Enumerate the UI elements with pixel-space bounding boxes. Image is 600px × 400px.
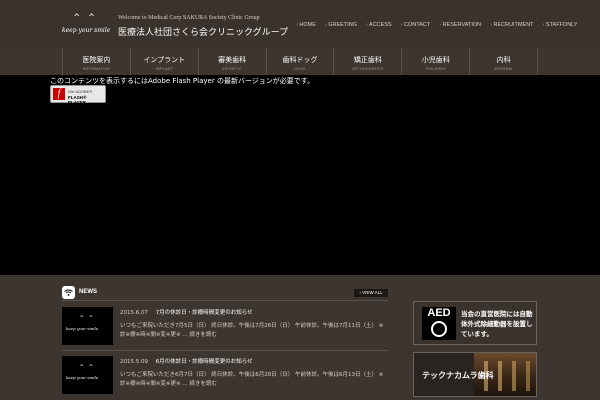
nav-item-dock[interactable]: 歯科ドッグ DOCK — [265, 48, 334, 75]
nav-label: インプラント — [143, 56, 186, 64]
top-link-access[interactable]: ACCESS — [366, 22, 392, 28]
nav-item-information[interactable]: 医院案内 INFORMATION — [62, 48, 130, 75]
nav-sublabel: DOCK — [294, 67, 306, 71]
top-links: HOME GREETING ACCESS CONTACT RESERVATION… — [296, 22, 577, 28]
main-nav: 医院案内 INFORMATION インプラント IMPLANT 審美歯科 EST… — [62, 48, 539, 75]
thumb-face: ^ ^ — [80, 364, 94, 371]
news-header: NEWS › VIEW ALL — [62, 286, 388, 300]
nav-sublabel: INTERNAL — [493, 67, 514, 71]
nav-label: 医院案内 — [82, 56, 111, 64]
site-header: ^ ^ keep your smile Welcome to Medical C… — [0, 0, 600, 48]
news-meta: 2015.5.09 6月の休診日・診療時間変更のお知らせ — [120, 357, 253, 365]
nav-item-esthetic[interactable]: 審美歯科 ESTHETIC — [197, 48, 266, 75]
top-link-greeting[interactable]: GREETING — [325, 22, 357, 28]
divider — [62, 300, 388, 301]
news-thumbnail: ^ ^ keep your smile — [62, 356, 113, 394]
tagline: Welcome to Medical Corp SAKURA Society C… — [118, 15, 260, 21]
flash-area: このコンテンツを表示するにはAdobe Flash Player の最新バージョ… — [0, 75, 600, 275]
news-date: 2015.5.09 — [120, 359, 148, 365]
top-link-home[interactable]: HOME — [296, 22, 316, 28]
news-meta: 2015.6.07 7月の休診日・診療時間変更のお知らせ — [120, 308, 253, 316]
nav-item-orthodontics[interactable]: 矯正歯科 ORTHODONTICS — [333, 48, 401, 75]
flash-badge-line2: FLASH® PLAYER — [68, 95, 87, 105]
nav-sublabel: CHILDREN — [425, 67, 446, 71]
aed-logo-text: AED — [427, 307, 451, 319]
nav-label: 歯科ドッグ — [282, 56, 318, 64]
wifi-icon — [62, 286, 75, 299]
news-item[interactable]: ^ ^ keep your smile 2015.5.09 6月の休診日・診療時… — [62, 351, 388, 395]
news-body: いつもご来院いただき7月5日（日） 終日休診。午後は7月26日（日） 午前休診。… — [120, 323, 384, 338]
news-item[interactable]: ^ ^ keep your smile 2015.6.07 7月の休診日・診療時… — [62, 302, 388, 351]
aed-message: 当会の直営医院には自動体外式除細動器を設置しています。 — [461, 310, 533, 338]
clinic-name: 医療法人社団さくら会クリニックグループ — [118, 28, 289, 38]
nav-item-children[interactable]: 小児歯科 CHILDREN — [401, 48, 469, 75]
aed-banner[interactable]: AED 当会の直営医院には自動体外式除細動器を設置しています。 — [413, 301, 537, 345]
logo-face: ^ ^ — [74, 13, 97, 23]
flash-badge-line1: Get ADOBE® — [68, 89, 93, 94]
clinic-banner[interactable]: テックナカムラ歯科 — [413, 352, 537, 397]
flash-icon: f — [53, 88, 65, 100]
logo-script: keep your smile — [62, 27, 111, 34]
top-link-recruitment[interactable]: RECRUITMENT — [490, 22, 534, 28]
nav-label: 内科 — [496, 56, 511, 64]
heart-icon — [431, 321, 447, 337]
news-body: いつもご来院いただき6月7日（日） 終日休診。午後は6月28日（日） 午前休診。… — [120, 372, 384, 387]
news-item-title[interactable]: 7月の休診日・診療時間変更のお知らせ — [156, 310, 253, 316]
top-link-staffonly[interactable]: STAFFONLY — [543, 22, 578, 28]
news-date: 2015.6.07 — [120, 310, 148, 316]
nav-label: 小児歯科 — [421, 56, 450, 64]
aed-logo: AED — [422, 307, 456, 340]
thumb-script: keep your smile — [66, 326, 99, 331]
news-item-title[interactable]: 6月の休診日・診療時間変更のお知らせ — [156, 359, 253, 365]
site-logo[interactable]: ^ ^ keep your smile — [62, 10, 110, 42]
top-link-reservation[interactable]: RESERVATION — [439, 22, 482, 28]
nav-label: 矯正歯科 — [353, 56, 382, 64]
clinic-banner-label: テックナカムラ歯科 — [422, 371, 494, 380]
news-thumbnail: ^ ^ keep your smile — [62, 307, 113, 345]
thumb-script: keep your smile — [66, 375, 99, 380]
view-all-button[interactable]: › VIEW ALL — [354, 289, 388, 297]
news-title: NEWS — [79, 289, 97, 295]
nav-sublabel: INFORMATION — [82, 67, 111, 71]
thumb-face: ^ ^ — [80, 315, 94, 322]
nav-item-internal[interactable]: 内科 INTERNAL — [469, 48, 539, 75]
nav-sublabel: ESTHETIC — [222, 67, 242, 71]
nav-sublabel: IMPLANT — [155, 67, 173, 71]
nav-sublabel: ORTHODONTICS — [351, 67, 384, 71]
get-flash-player-button[interactable]: f Get ADOBE® FLASH® PLAYER — [50, 85, 106, 105]
nav-item-implant[interactable]: インプラント IMPLANT — [129, 48, 198, 75]
nav-label: 審美歯科 — [218, 56, 247, 64]
top-link-contact[interactable]: CONTACT — [401, 22, 430, 28]
